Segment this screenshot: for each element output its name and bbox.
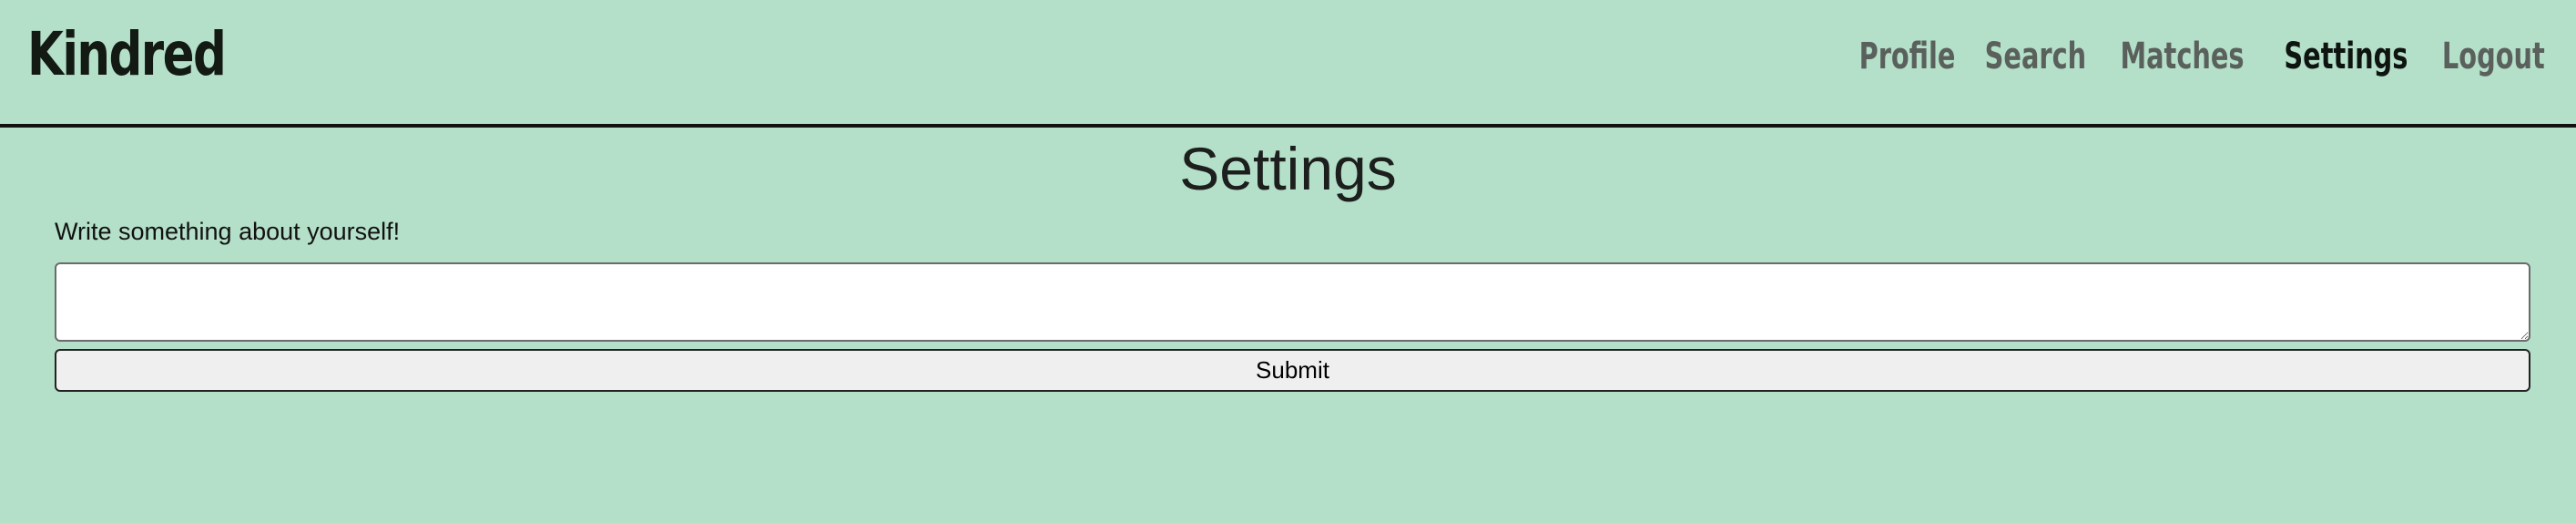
navbar: Kindred Profile Search Matches Settings … [0, 0, 2576, 128]
submit-button[interactable]: Submit [55, 349, 2530, 392]
nav-link-logout[interactable]: Logout [2442, 27, 2545, 86]
nav-link-settings[interactable]: Settings [2284, 27, 2408, 86]
nav-link-profile[interactable]: Profile [1858, 27, 1955, 86]
nav-links: Profile Search Matches Settings Logout [1857, 27, 2549, 86]
nav-link-search[interactable]: Search [1984, 27, 2085, 86]
brand-logo[interactable]: Kindred [27, 9, 227, 100]
bio-textarea[interactable] [55, 262, 2530, 342]
page-title: Settings [1179, 135, 1397, 202]
bio-label: Write something about yourself! [55, 218, 401, 245]
nav-link-matches[interactable]: Matches [2121, 27, 2245, 86]
